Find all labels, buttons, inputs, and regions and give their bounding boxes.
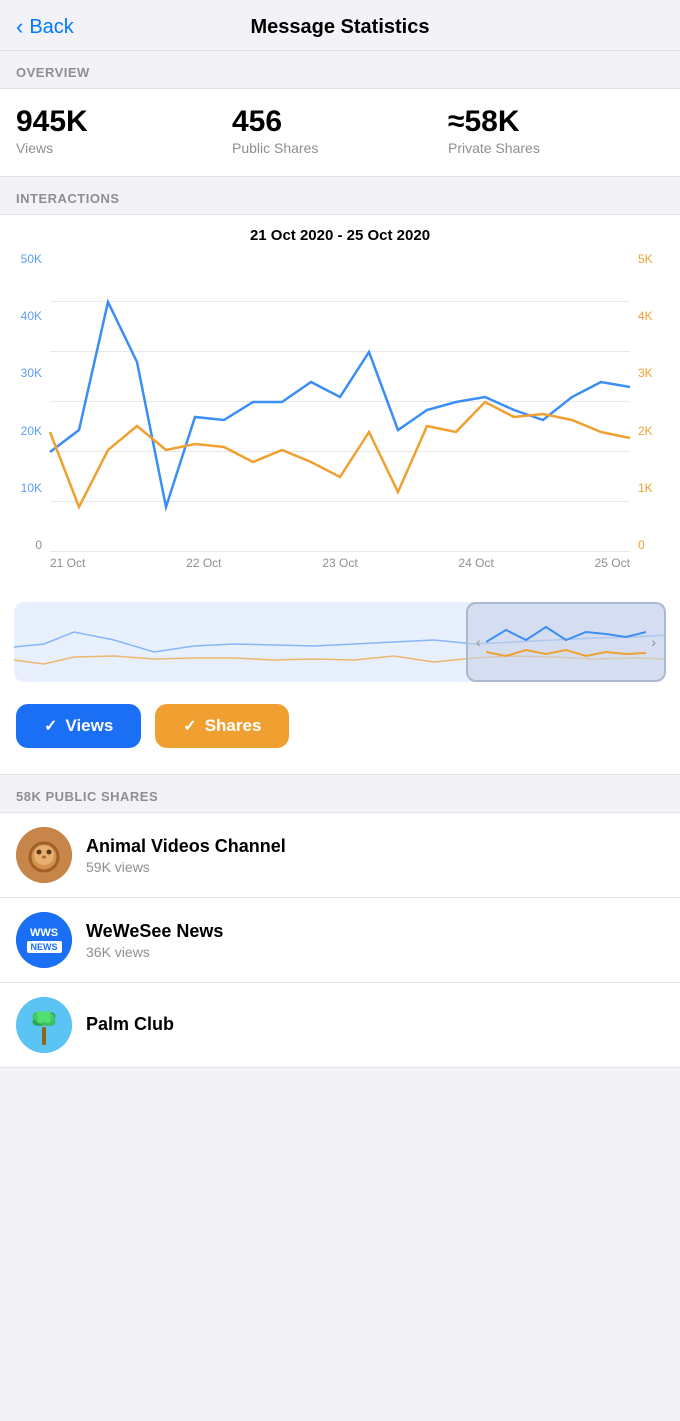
stat-private-shares: ≈58K Private Shares [448,105,664,156]
views-check-icon: ✓ [44,716,57,736]
y-right-4k: 4K [634,309,680,323]
channel-name: WeWeSee News [86,921,664,942]
x-axis: 21 Oct 22 Oct 23 Oct 24 Oct 25 Oct [50,552,630,570]
stat-public-shares: 456 Public Shares [232,105,448,156]
wws-logo: WWS NEWS [16,912,72,968]
shares-check-icon: ✓ [183,716,196,736]
stat-private-shares-value: ≈58K [448,105,664,138]
chevron-left-icon: ‹ [16,14,23,40]
x-label-23oct: 23 Oct [322,556,357,570]
y-left-0: 0 [0,538,46,552]
stat-views-value: 945K [16,105,232,138]
y-left-50k: 50K [0,252,46,266]
y-left-10k: 10K [0,481,46,495]
interactions-section-header: INTERACTIONS [0,177,680,214]
y-left-40k: 40K [0,309,46,323]
channel-name: Animal Videos Channel [86,836,664,857]
x-label-22oct: 22 Oct [186,556,221,570]
palm-avatar-icon [16,997,72,1053]
orange-line [50,402,630,507]
channel-views: 59K views [86,859,664,875]
x-label-21oct: 21 Oct [50,556,85,570]
mini-nav-right-icon[interactable]: › [651,634,656,650]
y-right-5k: 5K [634,252,680,266]
chart-svg [50,252,630,552]
mini-chart-selector[interactable]: ‹ › [466,602,666,682]
channel-views: 36K views [86,944,664,960]
chart-area [50,252,630,552]
list-item[interactable]: Animal Videos Channel 59K views [0,813,680,898]
list-item[interactable]: WWS NEWS WeWeSee News 36K views [0,898,680,983]
y-axis-left: 0 10K 20K 30K 40K 50K [0,252,46,552]
y-right-3k: 3K [634,366,680,380]
button-row: ✓ Views ✓ Shares [0,692,680,764]
avatar [16,997,72,1053]
header: ‹ Back Message Statistics [0,0,680,51]
y-left-30k: 30K [0,366,46,380]
back-label: Back [29,16,73,39]
list-item[interactable]: Palm Club [0,983,680,1068]
public-shares-list: Animal Videos Channel 59K views WWS NEWS… [0,812,680,1068]
page-title: Message Statistics [251,16,430,39]
chart-container: 0 10K 20K 30K 40K 50K [0,252,680,592]
public-shares-section-header: 58K PUBLIC SHARES [0,775,680,812]
channel-info: Palm Club [86,1014,664,1037]
mini-chart[interactable]: ‹ › [14,602,666,682]
y-right-0: 0 [634,538,680,552]
avatar [16,827,72,883]
shares-button-label: Shares [205,716,262,736]
avatar: WWS NEWS [16,912,72,968]
views-button-label: Views [65,716,113,736]
y-right-2k: 2K [634,424,680,438]
overview-stats: 945K Views 456 Public Shares ≈58K Privat… [0,88,680,177]
stat-public-shares-value: 456 [232,105,448,138]
y-right-1k: 1K [634,481,680,495]
channel-info: WeWeSee News 36K views [86,921,664,960]
x-label-25oct: 25 Oct [595,556,630,570]
interactions-section: 21 Oct 2020 - 25 Oct 2020 0 10K 20K 30K … [0,214,680,775]
back-button[interactable]: ‹ Back [16,14,74,40]
stat-private-shares-label: Private Shares [448,140,664,156]
chart-title: 21 Oct 2020 - 25 Oct 2020 [0,215,680,252]
stat-views-label: Views [16,140,232,156]
views-button[interactable]: ✓ Views [16,704,141,748]
stat-views: 945K Views [16,105,232,156]
stat-public-shares-label: Public Shares [232,140,448,156]
channel-name: Palm Club [86,1014,664,1035]
channel-info: Animal Videos Channel 59K views [86,836,664,875]
y-left-20k: 20K [0,424,46,438]
mini-selector-chart [486,612,646,672]
animal-avatar-icon [16,827,72,883]
mini-nav-left-icon[interactable]: ‹ [476,634,481,650]
shares-button[interactable]: ✓ Shares [155,704,289,748]
y-axis-right: 0 1K 2K 3K 4K 5K [634,252,680,552]
x-label-24oct: 24 Oct [458,556,493,570]
overview-section-header: OVERVIEW [0,51,680,88]
